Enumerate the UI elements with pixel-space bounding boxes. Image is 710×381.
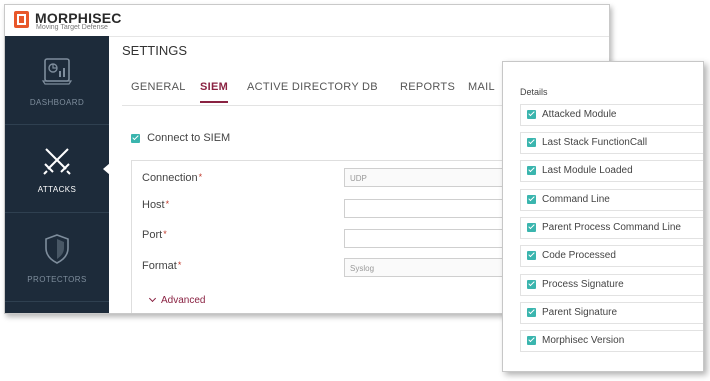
active-indicator (103, 163, 110, 175)
detail-item-code-processed[interactable]: Code Processed (520, 245, 703, 267)
tab-active-directory[interactable]: ACTIVE DIRECTORY (247, 81, 359, 93)
port-label: Port* (142, 229, 167, 241)
tab-siem[interactable]: SIEM (200, 81, 229, 103)
checkbox-icon[interactable] (527, 280, 536, 289)
checkbox-icon[interactable] (527, 336, 536, 345)
page-title: SETTINGS (122, 43, 188, 58)
advanced-toggle[interactable]: Advanced (148, 294, 206, 306)
detail-item-parent-process-command-line[interactable]: Parent Process Command Line (520, 217, 703, 239)
sidebar-item-label: ATTACKS (37, 185, 77, 194)
brand-tagline: Moving Target Defense (36, 24, 108, 31)
checkbox-icon[interactable] (527, 110, 536, 119)
details-panel: Details Attacked Module Last Stack Funct… (502, 61, 704, 372)
detail-item-last-stack-functioncall[interactable]: Last Stack FunctionCall (520, 132, 703, 154)
advanced-label: Advanced (161, 295, 206, 306)
dashboard-icon (41, 58, 73, 85)
connect-to-siem-checkbox[interactable] (131, 133, 140, 143)
crossed-swords-icon (43, 148, 71, 175)
tab-general[interactable]: GENERAL (131, 81, 186, 93)
detail-item-morphisec-version[interactable]: Morphisec Version (520, 330, 703, 352)
detail-item-parent-signature[interactable]: Parent Signature (520, 302, 703, 324)
top-bar: MORPHISEC Moving Target Defense (5, 5, 609, 37)
morphisec-logo-icon (14, 11, 29, 28)
checkbox-icon[interactable] (527, 223, 536, 232)
tab-mail[interactable]: MAIL (468, 81, 495, 93)
checkbox-icon[interactable] (527, 166, 536, 175)
detail-item-attacked-module[interactable]: Attacked Module (520, 104, 703, 126)
connection-label: Connection* (142, 172, 203, 184)
sidebar-item-label: PROTECTORS (27, 275, 87, 284)
sidebar-item-attacks[interactable]: ATTACKS (5, 125, 110, 213)
tab-db[interactable]: DB (362, 81, 378, 93)
sidebar-item-dashboard[interactable]: DASHBOARD (5, 36, 109, 125)
connect-to-siem-row[interactable]: Connect to SIEM (131, 132, 230, 144)
shield-icon (45, 234, 69, 264)
format-label: Format* (142, 260, 182, 272)
checkbox-icon[interactable] (527, 195, 536, 204)
host-label: Host* (142, 199, 170, 211)
connect-to-siem-label: Connect to SIEM (147, 132, 231, 144)
sidebar-item-label: DASHBOARD (29, 98, 85, 107)
sidebar-item-protectors[interactable]: PROTECTORS (5, 213, 109, 302)
detail-item-process-signature[interactable]: Process Signature (520, 274, 703, 296)
checkbox-icon[interactable] (527, 138, 536, 147)
checkbox-icon[interactable] (527, 308, 536, 317)
sidebar: DASHBOARD ATTACKS PROTECTORS (5, 36, 110, 313)
checkbox-icon[interactable] (527, 251, 536, 260)
details-title: Details (520, 87, 548, 97)
tab-reports[interactable]: REPORTS (400, 81, 455, 93)
detail-item-command-line[interactable]: Command Line (520, 189, 703, 211)
detail-item-last-module-loaded[interactable]: Last Module Loaded (520, 160, 703, 182)
chevron-down-icon (148, 294, 157, 303)
